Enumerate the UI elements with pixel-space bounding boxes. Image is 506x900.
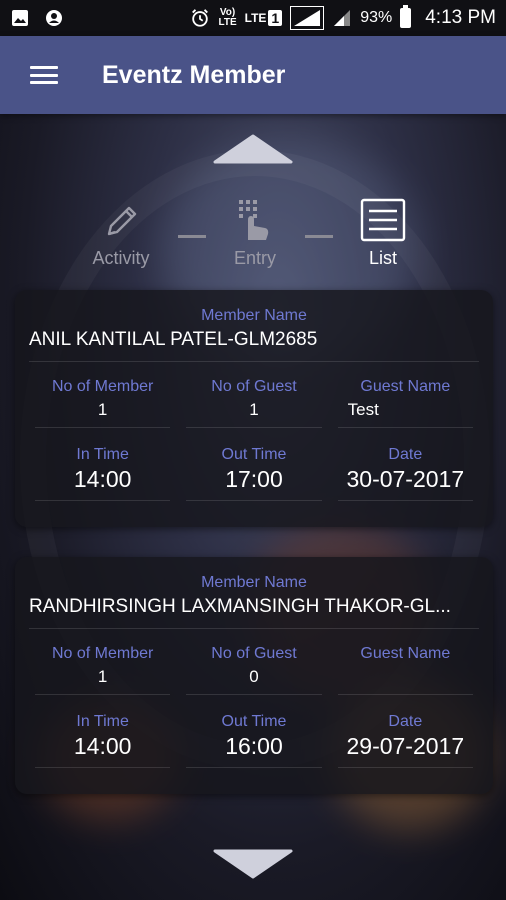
- account-circle-icon: [44, 8, 64, 28]
- scroll-up-arrow-icon[interactable]: [212, 134, 294, 164]
- pencil-icon: [66, 198, 176, 242]
- tab-label: Entry: [233, 248, 276, 268]
- keypad-touch-icon: [200, 198, 310, 242]
- in-time-value: 14:00: [73, 733, 132, 759]
- guest-name-value: Test: [347, 400, 379, 419]
- step-tabs: Activity Entry List: [0, 198, 506, 278]
- out-time-label: Out Time: [221, 713, 287, 730]
- guest-name-value: [330, 667, 481, 687]
- tab-activity[interactable]: Activity: [66, 198, 176, 269]
- member-name-value: ANIL KANTILAL PATEL-GLM2685: [29, 329, 318, 350]
- volte-indicator: Vo) LTE: [218, 7, 237, 28]
- battery-icon: [400, 5, 412, 28]
- battery-percent: 93%: [360, 9, 393, 26]
- tab-entry[interactable]: Entry: [200, 198, 310, 269]
- guest-name-label: Guest Name: [360, 378, 451, 395]
- tab-label: List: [368, 248, 397, 268]
- no-of-member-value: 1: [97, 667, 108, 686]
- date-label: Date: [388, 713, 423, 730]
- member-name-label: Member Name: [201, 574, 307, 591]
- image-icon: [10, 8, 30, 28]
- tab-list[interactable]: List: [328, 198, 438, 269]
- no-of-guest-value: 1: [249, 400, 259, 419]
- in-time-label: In Time: [76, 713, 129, 730]
- app-bar: Eventz Member: [0, 36, 506, 114]
- date-label: Date: [388, 446, 423, 463]
- guest-name-label: Guest Name: [360, 645, 451, 662]
- clock: 4:13 PM: [425, 7, 496, 28]
- member-name-value: RANDHIRSINGH LAXMANSINGH THAKOR-GL...: [29, 596, 451, 617]
- page-title: Eventz Member: [102, 60, 286, 89]
- hamburger-menu-icon[interactable]: [26, 63, 62, 87]
- list-icon: [328, 198, 438, 242]
- status-bar: Vo) LTE LTE 1 93% 4:13 PM: [0, 0, 506, 36]
- in-time-label: In Time: [76, 446, 129, 463]
- in-time-value: 14:00: [73, 466, 132, 492]
- out-time-label: Out Time: [221, 446, 287, 463]
- alarm-icon: [190, 8, 210, 28]
- sim-slot-badge: 1: [268, 10, 283, 26]
- no-of-guest-label: No of Guest: [211, 378, 297, 395]
- no-of-guest-label: No of Guest: [211, 645, 297, 662]
- lte-indicator: LTE 1: [245, 10, 283, 26]
- member-entry-card[interactable]: Member Name ANIL KANTILAL PATEL-GLM2685 …: [15, 290, 493, 527]
- out-time-value: 16:00: [225, 733, 283, 759]
- no-of-member-label: No of Member: [51, 378, 154, 395]
- no-of-member-label: No of Member: [51, 645, 154, 662]
- date-value: 30-07-2017: [346, 466, 465, 492]
- signal-strength-icon: [290, 6, 325, 30]
- member-entry-card[interactable]: Member Name RANDHIRSINGH LAXMANSINGH THA…: [15, 557, 493, 794]
- tab-label: Activity: [92, 248, 150, 268]
- scroll-down-arrow-icon[interactable]: [212, 848, 294, 880]
- no-of-member-value: 1: [97, 400, 108, 419]
- no-of-guest-value: 0: [249, 667, 259, 686]
- member-name-label: Member Name: [201, 307, 307, 324]
- date-value: 29-07-2017: [346, 733, 465, 759]
- signal-strength-icon: [332, 8, 352, 28]
- out-time-value: 17:00: [225, 466, 283, 492]
